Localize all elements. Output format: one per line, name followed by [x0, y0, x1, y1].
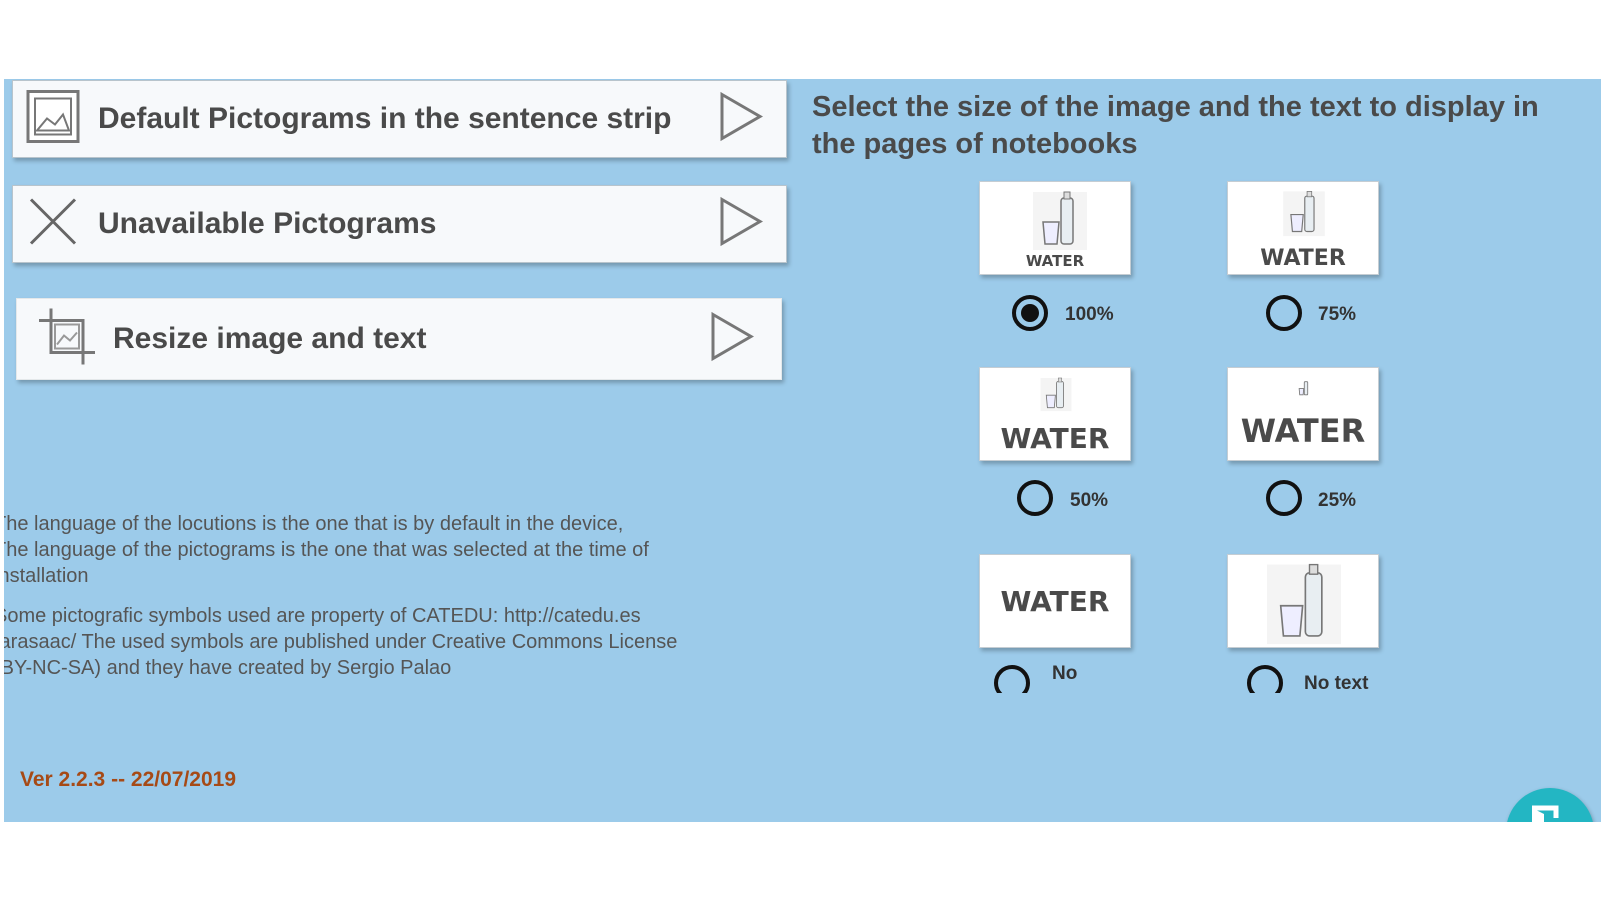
card-word: WATER [1025, 252, 1085, 270]
radio-25[interactable] [1266, 480, 1302, 516]
menu-item-label: Default Pictograms in the sentence strip [98, 102, 672, 135]
option-label-no-text: No text [1304, 673, 1369, 693]
water-bottle-icon [1298, 381, 1309, 396]
version-label: Ver 2.2.3 -- 22/07/2019 [20, 768, 236, 791]
radio-no-text[interactable] [1247, 665, 1283, 693]
option-label-100: 100% [1065, 304, 1114, 325]
water-bottle-icon [1266, 563, 1342, 645]
menu-item-default-pictograms[interactable]: Default Pictograms in the sentence strip [12, 80, 787, 158]
radio-selected-dot [1021, 304, 1039, 322]
menu-item-resize-image-text[interactable]: Resize image and text [16, 298, 782, 380]
size-preview-card-50[interactable]: WATER [979, 367, 1131, 461]
language-note: The language of the locutions is the one… [4, 513, 649, 587]
card-word: WATER [1260, 246, 1346, 271]
water-bottle-icon [1283, 191, 1325, 237]
option-label-50: 50% [1070, 490, 1109, 511]
settings-panel: Default Pictograms in the sentence strip… [4, 79, 1601, 822]
chevron-right-icon [709, 311, 755, 367]
water-bottle-icon [1033, 191, 1087, 250]
size-preview-card-25[interactable]: WATER [1227, 367, 1379, 461]
radio-50[interactable] [1017, 480, 1053, 516]
card-word: WATER [1240, 412, 1366, 450]
exit-door-icon [1532, 805, 1559, 822]
bottom-row-clip: No No text [964, 659, 1384, 693]
option-label-no: No [1052, 663, 1078, 684]
radio-no[interactable] [994, 665, 1030, 693]
card-word: WATER [1000, 422, 1110, 455]
exit-button[interactable] [1506, 788, 1594, 822]
radio-100[interactable] [1012, 295, 1048, 331]
option-label-25: 25% [1318, 490, 1357, 511]
license-note: Some pictografic symbols used are proper… [4, 605, 678, 679]
menu-item-label: Unavailable Pictograms [98, 207, 437, 240]
chevron-right-icon [718, 196, 764, 252]
image-icon [25, 89, 81, 150]
radio-75[interactable] [1266, 295, 1302, 331]
menu-item-label: Resize image and text [113, 322, 427, 355]
size-preview-card-no-image[interactable]: WATER [979, 554, 1131, 648]
size-selector-heading: Select the size of the image and the tex… [812, 91, 1539, 160]
size-preview-card-100[interactable]: WATER [979, 181, 1131, 275]
size-preview-card-no-text[interactable] [1227, 554, 1379, 648]
close-icon [25, 194, 81, 255]
chevron-right-icon [718, 91, 764, 147]
crop-icon [37, 307, 97, 372]
option-label-75: 75% [1318, 304, 1357, 325]
card-word: WATER [1000, 585, 1110, 618]
size-preview-card-75[interactable]: WATER [1227, 181, 1379, 275]
menu-item-unavailable-pictograms[interactable]: Unavailable Pictograms [12, 185, 787, 263]
water-bottle-icon [1040, 377, 1072, 412]
